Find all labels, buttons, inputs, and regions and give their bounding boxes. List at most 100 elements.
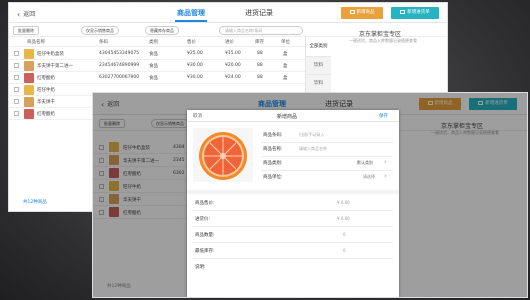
search-input[interactable]: 请输入商品名称/条码 (219, 26, 303, 35)
row-checkbox[interactable] (14, 87, 19, 92)
new-goods-button[interactable]: 新增商品 (341, 7, 383, 19)
col-cost: 进价 (225, 40, 234, 45)
modal-title: 新增商品 (277, 114, 298, 120)
divider (261, 156, 393, 157)
cell-cat: 食品 (149, 64, 158, 69)
cell-name: 旺仔牛奶盒装 (37, 52, 64, 57)
orange-image-icon (193, 128, 253, 182)
row-checkbox[interactable] (14, 75, 19, 80)
chevron-left-icon: ‹ (17, 10, 21, 19)
table-row[interactable]: 旺仔牛奶盒装 43045453349075 食品 ¥25.00 ¥15.00 8… (9, 48, 305, 60)
divider (193, 226, 393, 227)
cost-price-input[interactable]: ¥ 0.00 (337, 216, 350, 221)
footer-count: 共12种商品 (23, 200, 47, 205)
sale-price-label: 商品售价: (195, 201, 215, 206)
col-unit: 单位 (281, 40, 290, 45)
sidebar-item-all[interactable]: 全部类别 (306, 37, 331, 57)
row-checkbox[interactable] (14, 111, 19, 116)
name-input[interactable]: 请输入商品名称 (299, 146, 327, 152)
name-label: 商品名称: (263, 147, 283, 152)
cell-cost: ¥24.00 (225, 75, 241, 80)
unit-select[interactable]: 请选择 (363, 174, 375, 180)
front-screen: ‹ 返回 商品管理 进货记录 新增商品 新增进货单 批量删除 仅显示销售商品 旺仔… (92, 92, 528, 298)
col-code: 条码 (99, 40, 108, 45)
filter-hidden-pill[interactable]: 隐藏库存商品 (145, 26, 179, 35)
tab-goods[interactable]: 商品管理 (177, 8, 205, 18)
note-label: 说明: (195, 265, 206, 270)
cost-price-label: 进货价: (195, 217, 211, 222)
product-thumb (24, 109, 34, 119)
min-stock-label: 最低库存: (195, 249, 215, 254)
col-stock: 库存 (255, 40, 264, 45)
cell-code: 23454674890999 (99, 63, 140, 68)
divider (193, 242, 393, 243)
product-thumb (24, 61, 34, 71)
table-row[interactable]: 华夫饼干第二进一 23454674890999 食品 ¥30.00 ¥20.00… (9, 60, 305, 72)
category-select[interactable]: 默认类别 (357, 160, 373, 166)
top-bar: ‹ 返回 商品管理 进货记录 新增商品 新增进货单 (9, 3, 447, 23)
cell-cost: ¥20.00 (225, 63, 241, 68)
doc-icon (349, 9, 355, 14)
divider (193, 210, 393, 211)
cell-unit: 盒 (283, 64, 288, 69)
cell-cat: 食品 (149, 76, 158, 81)
right-panel-title: 京东掌柜宝专区 (359, 31, 402, 38)
back-label: 返回 (23, 11, 36, 18)
quantity-input[interactable]: 0 (343, 232, 346, 237)
cell-unit: 盒 (283, 52, 288, 57)
table-row[interactable]: 红枣酸奶 63027700067900 食品 ¥30.00 ¥24.00 88 … (9, 72, 305, 84)
cell-stock: 88 (257, 63, 263, 68)
new-supplier-label: 新增进货单 (407, 10, 430, 15)
category-label: 商品类别: (263, 161, 283, 166)
new-supplier-button[interactable]: 新增进货单 (391, 7, 439, 19)
product-thumb (24, 49, 34, 59)
cell-name: 旺仔牛奶 (37, 88, 55, 93)
cell-price: ¥25.00 (187, 51, 203, 56)
tab-records[interactable]: 进货记录 (245, 8, 273, 18)
product-thumb (24, 85, 34, 95)
unit-label: 商品单位: (263, 175, 283, 180)
new-goods-label: 新增商品 (356, 10, 375, 15)
table-header: 商品名称 条码 类别 售价 进价 库存 单位 (9, 37, 305, 47)
cell-code: 43045453349075 (99, 51, 140, 56)
batch-delete-button[interactable]: 批量删除 (13, 26, 39, 35)
sale-price-input[interactable]: ¥ 0.00 (337, 200, 350, 205)
section-gap (187, 190, 399, 194)
cell-cost: ¥15.00 (225, 51, 241, 56)
cell-code: 63027700067900 (99, 75, 140, 80)
divider (261, 170, 393, 171)
chevron-right-icon: › (384, 158, 387, 166)
row-checkbox[interactable] (14, 51, 19, 56)
right-panel-subtitle: 一键进货，商品入库数量记录随便查看 (349, 38, 417, 43)
modal-header: 取消 新增商品 保存 (187, 110, 399, 122)
cell-price: ¥30.00 (187, 63, 203, 68)
filter-sale-pill[interactable]: 仅显示销售商品 (81, 26, 119, 35)
tab-indicator (175, 20, 207, 22)
cell-name: 红枣酸奶 (37, 112, 55, 117)
min-stock-input[interactable]: 0 (343, 248, 346, 253)
col-cat: 类别 (149, 40, 158, 45)
row-checkbox[interactable] (14, 99, 19, 104)
row-checkbox[interactable] (14, 63, 19, 68)
cell-stock: 88 (257, 75, 263, 80)
save-button[interactable]: 保存 (379, 113, 388, 119)
col-price: 售价 (187, 40, 196, 45)
barcode-input[interactable]: 扫描/手动录入 (299, 132, 324, 138)
cancel-button[interactable]: 取消 (193, 113, 202, 119)
quantity-label: 商品数量: (195, 233, 215, 238)
sidebar-item-drinks[interactable]: 饮料 (306, 57, 331, 75)
barcode-label: 商品条码: (263, 133, 283, 138)
product-thumb (24, 97, 34, 107)
doc-icon (400, 9, 406, 14)
product-thumb (24, 73, 34, 83)
new-goods-modal: 取消 新增商品 保存 商品条码: 扫描/手动录入 商品名称: 请输入商品名称 商… (187, 110, 399, 297)
back-button[interactable]: ‹ 返回 (17, 9, 36, 19)
cell-name: 华夫饼干 (37, 100, 55, 105)
cell-name: 华夫饼干第二进一 (37, 64, 73, 69)
product-image[interactable] (193, 128, 253, 182)
cell-price: ¥30.00 (187, 75, 203, 80)
col-name: 商品名称 (27, 40, 45, 45)
cell-name: 红枣酸奶 (37, 76, 55, 81)
sidebar-item-drinks-2[interactable]: 饮料 (306, 75, 331, 93)
divider (261, 142, 393, 143)
